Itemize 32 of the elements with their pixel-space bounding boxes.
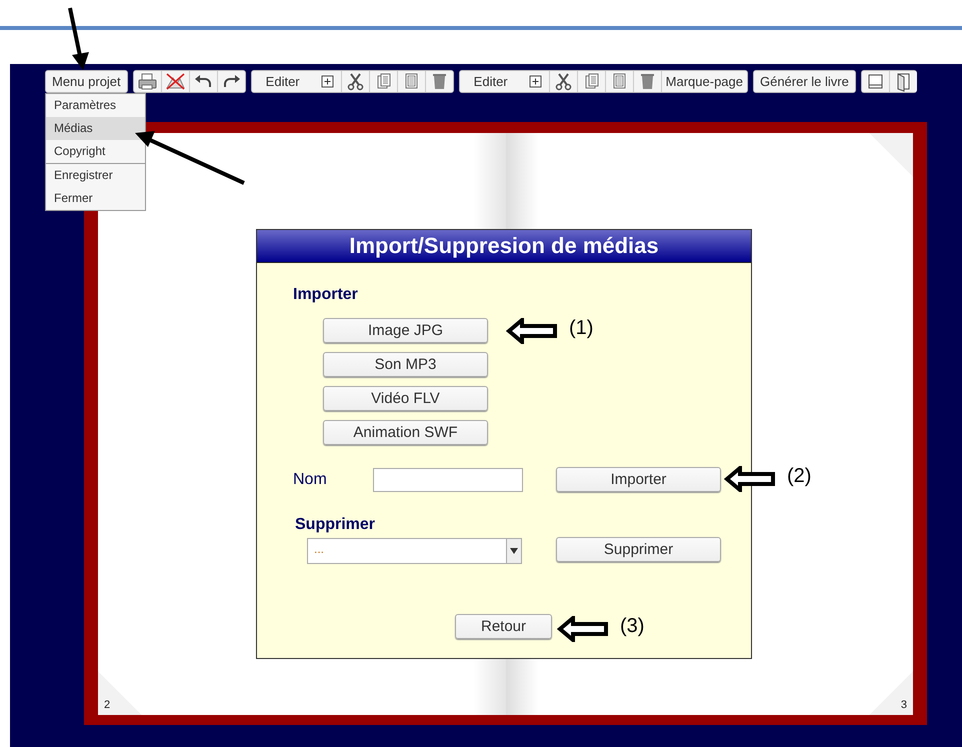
section-heading: Supprimer (295, 516, 376, 534)
edit-button[interactable]: Editer (252, 70, 314, 92)
page-number: 3 (900, 699, 907, 711)
bookmark-button[interactable]: Marque-page (662, 70, 747, 92)
page-number: 2 (104, 699, 110, 711)
dialog-title: Import/Suppresion de médias (257, 230, 751, 263)
media-type-button[interactable]: Vidéo FLV (323, 386, 488, 411)
delete-button[interactable]: Supprimer (556, 536, 721, 562)
section-heading: Importer (293, 286, 359, 304)
menu-item[interactable]: Fermer (46, 187, 145, 210)
dropdown-arrow-icon[interactable] (510, 548, 518, 554)
callout-label: (1) (569, 317, 594, 340)
media-type-button[interactable]: Animation SWF (323, 420, 488, 445)
media-type-button[interactable]: Image JPG (323, 318, 488, 343)
callout-arrow (506, 318, 558, 344)
callout-label: (3) (620, 615, 644, 638)
callout-arrow (724, 466, 776, 492)
annotation-arrow (68, 8, 89, 70)
callout-arrow (557, 616, 609, 642)
back-button[interactable]: Retour (455, 614, 552, 639)
menu-button[interactable]: Menu projet (45, 70, 128, 92)
menu-item[interactable]: Médias (46, 117, 145, 140)
callout-label: (2) (787, 465, 812, 488)
menu-item[interactable]: Enregistrer (46, 163, 145, 187)
import-button[interactable]: Importer (556, 467, 721, 492)
menu-item[interactable]: Paramètres (46, 94, 145, 117)
name-field[interactable] (373, 468, 523, 492)
generate-book-button[interactable]: Générer le livre (752, 70, 856, 92)
media-type-button[interactable]: Son MP3 (323, 352, 488, 377)
field-label: Nom (293, 470, 328, 488)
menu-item[interactable]: Copyright (46, 140, 145, 163)
edit-button[interactable]: Editer (460, 70, 522, 92)
